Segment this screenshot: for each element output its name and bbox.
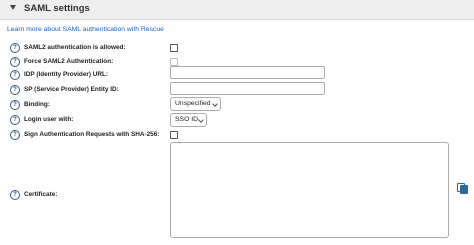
force-saml2-checkbox — [170, 58, 178, 66]
help-circle-icon[interactable]: ? — [10, 85, 20, 95]
certificate-textarea[interactable] — [170, 142, 449, 238]
help-circle-icon[interactable]: ? — [10, 130, 20, 140]
copy-icon-front — [460, 185, 468, 194]
help-circle-icon[interactable]: ? — [10, 57, 20, 67]
login-user-with-select-value: SSO ID — [175, 116, 199, 123]
sp-entity-id-label: SP (Service Provider) Entity ID: — [24, 86, 119, 93]
sign-sha256-checkbox[interactable] — [170, 131, 178, 139]
saml-settings-header[interactable]: SAML settings — [0, 0, 474, 20]
sign-sha256-label: Sign Authentication Requests with SHA-25… — [24, 131, 160, 138]
caret-down-icon[interactable] — [10, 5, 16, 10]
help-circle-icon[interactable]: ? — [10, 115, 20, 125]
idp-url-input[interactable] — [170, 66, 325, 79]
binding-select[interactable]: Unspecified — [170, 97, 221, 111]
saml2-allowed-checkbox[interactable] — [170, 44, 178, 52]
saml2-allowed-label: SAML2 authentication is allowed: — [24, 44, 126, 51]
copy-icon[interactable] — [457, 183, 468, 194]
help-circle-icon[interactable]: ? — [10, 43, 20, 53]
login-user-with-select[interactable]: SSO ID — [170, 113, 207, 127]
login-user-with-label: Login user with: — [24, 116, 74, 123]
binding-select-value: Unspecified — [175, 100, 211, 107]
sp-entity-id-input[interactable] — [170, 82, 325, 95]
force-saml2-label: Force SAML2 Authentication: — [24, 58, 114, 65]
idp-url-label: IDP (Identity Provider) URL: — [24, 71, 109, 78]
binding-label: Binding: — [24, 101, 50, 108]
help-circle-icon[interactable]: ? — [10, 70, 20, 80]
chevron-down-icon — [198, 117, 204, 123]
help-circle-icon[interactable]: ? — [10, 100, 20, 110]
help-circle-icon[interactable]: ? — [10, 190, 20, 200]
panel-title: SAML settings — [24, 3, 90, 14]
learn-more-link[interactable]: Learn more about SAML authentication wit… — [7, 26, 164, 33]
certificate-label: Certificate: — [24, 191, 58, 198]
chevron-down-icon — [212, 101, 218, 107]
